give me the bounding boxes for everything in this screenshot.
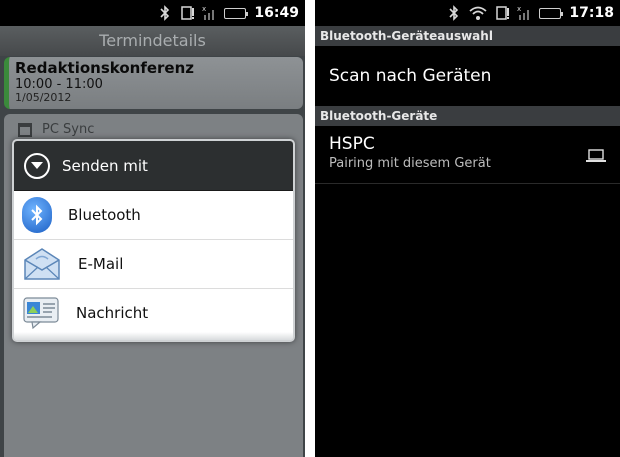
battery-icon — [539, 7, 564, 19]
status-time: 16:49 — [254, 5, 299, 21]
wifi-icon — [469, 5, 488, 21]
share-option-label: Bluetooth — [68, 206, 141, 224]
share-dialog: Senden mit Bluetooth E-Mail Nachricht — [12, 139, 295, 342]
event-time: 10:00 - 11:00 — [15, 77, 103, 92]
share-option-message[interactable]: Nachricht — [14, 289, 293, 338]
share-option-label: Nachricht — [76, 304, 149, 322]
share-option-bluetooth[interactable]: Bluetooth — [14, 191, 293, 240]
svg-text:x: x — [517, 5, 521, 13]
sync-status-icon — [180, 5, 195, 21]
no-signal-icon: x — [517, 5, 531, 21]
battery-icon — [224, 7, 249, 19]
left-phone-screen: x 16:49 Termindetails Redaktionskonferen… — [0, 0, 305, 457]
scan-devices-button[interactable]: Scan nach Geräten — [315, 46, 620, 105]
dialog-footer — [14, 332, 293, 340]
no-signal-icon: x — [202, 5, 216, 21]
dialog-header: Senden mit — [14, 141, 293, 191]
background-row: PC Sync — [18, 122, 94, 137]
background-row-label: PC Sync — [42, 122, 95, 137]
event-title: Redaktionskonferenz — [15, 59, 195, 77]
bluetooth-status-icon — [158, 5, 172, 21]
sync-status-icon — [495, 5, 510, 21]
message-icon — [22, 296, 60, 330]
app-title: Termindetails — [0, 26, 305, 56]
share-option-email[interactable]: E-Mail — [14, 240, 293, 289]
email-icon — [22, 246, 62, 282]
right-phone-screen: x 17:18 Bluetooth-Geräteauswahl Scan nac… — [315, 0, 620, 457]
device-item-hspc[interactable]: HSPC Pairing mit diesem Gerät — [315, 126, 620, 184]
status-time: 17:18 — [569, 5, 614, 21]
device-name: HSPC — [329, 134, 375, 154]
event-card: Redaktionskonferenz 10:00 - 11:00 1/05/2… — [4, 57, 303, 109]
device-status: Pairing mit diesem Gerät — [329, 156, 491, 171]
scan-devices-label: Scan nach Geräten — [329, 65, 492, 86]
bluetooth-status-icon — [447, 5, 461, 21]
share-option-label: E-Mail — [78, 255, 124, 273]
section-header-select: Bluetooth-Geräteauswahl — [315, 26, 620, 46]
laptop-icon — [586, 148, 606, 162]
dialog-title: Senden mit — [62, 156, 148, 175]
event-date: 1/05/2012 — [15, 91, 72, 104]
calendar-icon — [18, 122, 32, 137]
svg-text:x: x — [202, 5, 206, 13]
section-header-devices: Bluetooth-Geräte — [315, 106, 620, 126]
status-bar: x 16:49 — [0, 0, 305, 26]
status-bar: x 17:18 — [315, 0, 620, 26]
chevron-down-icon — [24, 152, 50, 179]
bluetooth-icon — [22, 197, 52, 233]
